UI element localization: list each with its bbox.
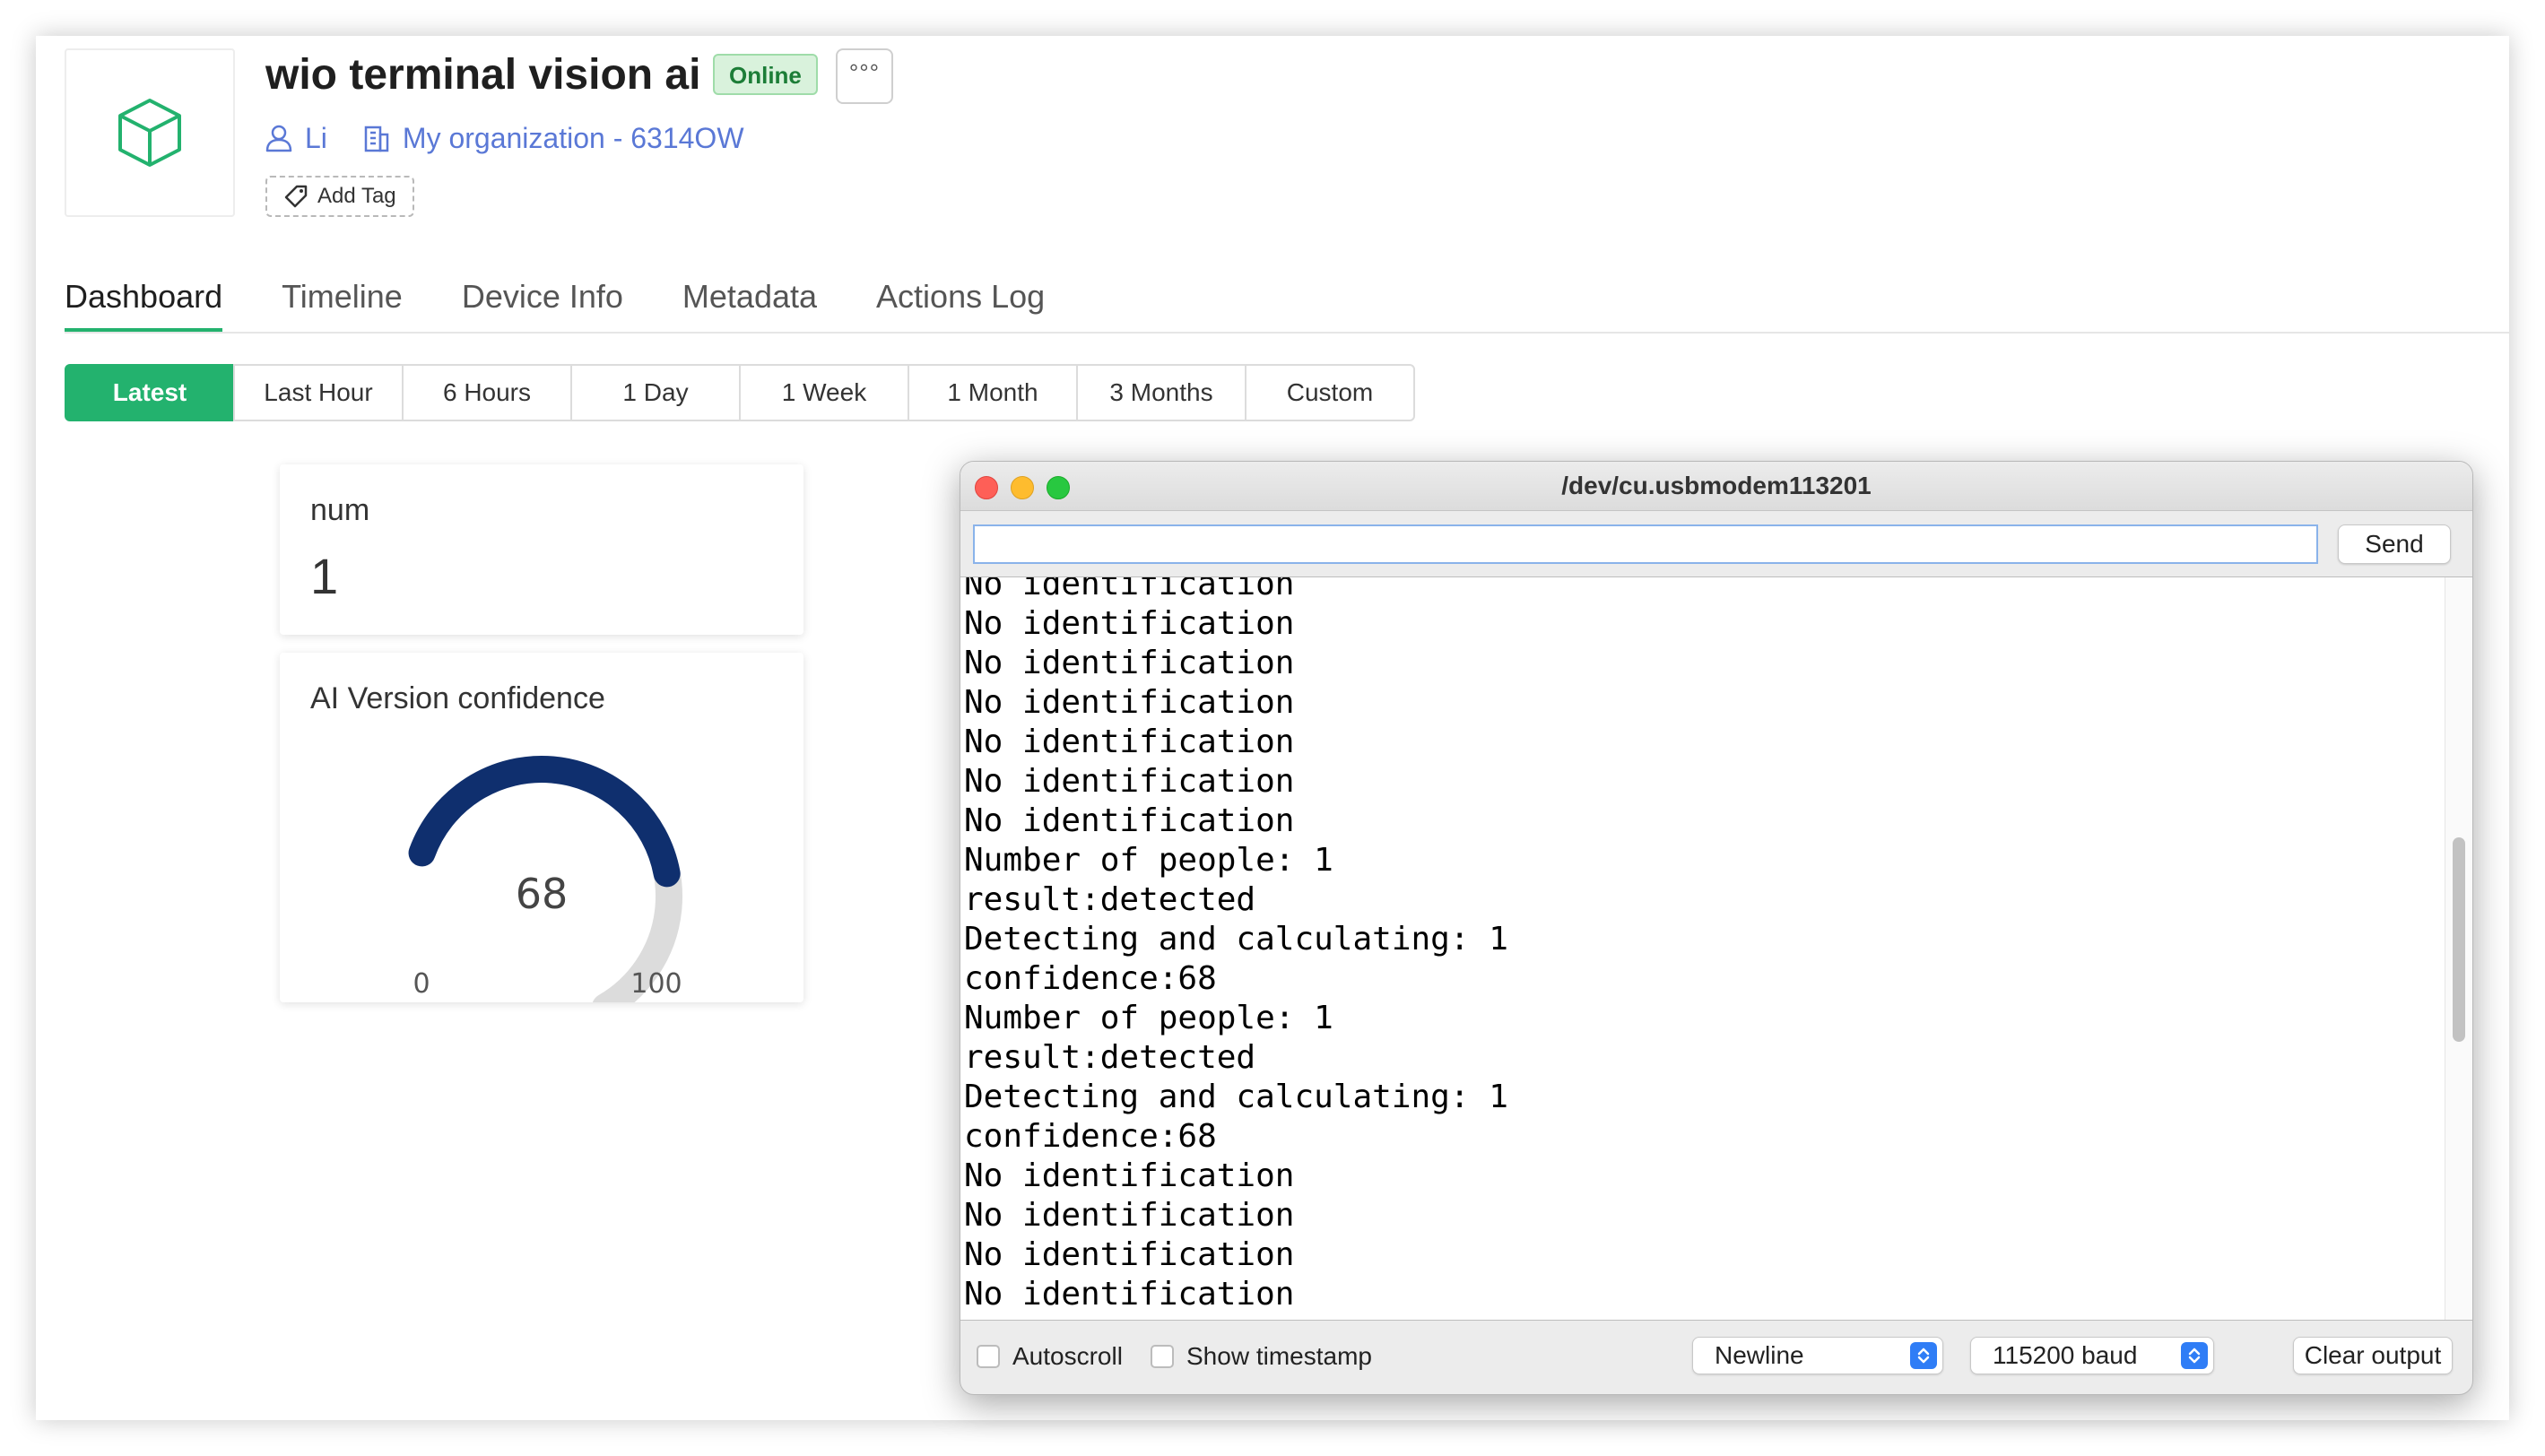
minimize-window-button[interactable] [1011, 476, 1034, 499]
range-custom[interactable]: Custom [1245, 364, 1415, 421]
timestamp-option[interactable]: Show timestamp [1151, 1342, 1372, 1371]
gauge-chart: 68 0 100 [408, 756, 682, 1002]
output-line: result:detected [964, 1039, 1256, 1076]
serial-input[interactable] [973, 524, 2318, 564]
cube-icon [118, 99, 181, 167]
output-line: No identification [964, 645, 1295, 681]
autoscroll-checkbox[interactable] [977, 1345, 1000, 1368]
serial-output[interactable]: No identification No identification No ide… [960, 576, 2472, 1321]
autoscroll-option[interactable]: Autoscroll [977, 1342, 1123, 1371]
output-line: No identification [964, 802, 1295, 839]
gauge-max-label: 100 [630, 968, 682, 1000]
serial-footer: Autoscroll Show timestamp Newline 115200… [960, 1321, 2472, 1394]
baud-rate-select[interactable]: 115200 baud [1970, 1337, 2214, 1374]
tab-device-info[interactable]: Device Info [462, 260, 623, 332]
output-line: No identification [964, 763, 1295, 800]
serial-monitor-window: /dev/cu.usbmodem113201 Send No identific… [960, 461, 2473, 1395]
output-line: confidence:68 [964, 960, 1217, 997]
num-widget-value: 1 [310, 548, 339, 604]
output-line: Number of people: 1 [964, 1000, 1333, 1036]
range-1-month[interactable]: 1 Month [908, 364, 1078, 421]
output-lines: No identification No identification No ide… [964, 576, 1508, 1314]
serial-title: /dev/cu.usbmodem113201 [1561, 472, 1872, 499]
output-line: No identification [964, 576, 1295, 602]
output-line: No identification [964, 724, 1295, 760]
gauge-value: 68 [516, 870, 569, 918]
tab-timeline[interactable]: Timeline [282, 260, 403, 332]
output-line: Detecting and calculating: 1 [964, 921, 1508, 958]
output-line: No identification [964, 1157, 1295, 1194]
output-line: confidence:68 [964, 1118, 1217, 1155]
range-1-day[interactable]: 1 Day [570, 364, 741, 421]
zoom-window-button[interactable] [1047, 476, 1070, 499]
gauge-fill [408, 756, 681, 888]
serial-titlebar[interactable]: /dev/cu.usbmodem113201 [960, 462, 2472, 511]
timestamp-checkbox[interactable] [1151, 1345, 1174, 1368]
line-ending-value: Newline [1715, 1341, 1804, 1369]
close-window-button[interactable] [975, 476, 998, 499]
building-icon [364, 126, 389, 152]
add-tag-label: Add Tag [317, 184, 396, 208]
num-widget-label: num [310, 493, 370, 527]
output-line: No identification [964, 1197, 1295, 1234]
add-tag-button[interactable]: Add Tag [265, 176, 414, 217]
organization-link[interactable]: My organization - 6314OW [403, 122, 744, 155]
scrollbar-track[interactable] [2445, 577, 2472, 1320]
baud-rate-value: 115200 baud [1993, 1341, 2138, 1369]
confidence-gauge-widget: AI Version confidence 68 0 100 [280, 653, 803, 1002]
gauge-min-label: 0 [413, 968, 430, 1000]
more-options-button[interactable]: °°° [836, 48, 893, 104]
output-line: Number of people: 1 [964, 842, 1333, 879]
range-1-week[interactable]: 1 Week [739, 364, 909, 421]
time-range-selector: Latest Last Hour 6 Hours 1 Day 1 Week 1 … [65, 364, 1415, 421]
output-line: No identification [964, 1276, 1295, 1313]
num-widget: num 1 [280, 464, 803, 635]
autoscroll-label: Autoscroll [1012, 1342, 1123, 1370]
status-badge: Online [713, 54, 818, 95]
device-page: wio terminal vision ai Online °°° Li My … [36, 36, 2509, 1420]
output-line: No identification [964, 684, 1295, 721]
range-3-months[interactable]: 3 Months [1076, 364, 1246, 421]
send-button[interactable]: Send [2338, 524, 2451, 564]
range-latest[interactable]: Latest [65, 364, 235, 421]
tab-metadata[interactable]: Metadata [682, 260, 817, 332]
timestamp-label: Show timestamp [1186, 1342, 1372, 1370]
tab-dashboard[interactable]: Dashboard [65, 260, 223, 332]
output-line: Detecting and calculating: 1 [964, 1079, 1508, 1115]
output-line: No identification [964, 1236, 1295, 1273]
owner-link[interactable]: Li [305, 122, 327, 155]
range-last-hour[interactable]: Last Hour [233, 364, 404, 421]
device-logo [65, 48, 235, 217]
device-tabs: Dashboard Timeline Device Info Metadata … [65, 260, 2509, 334]
select-arrows-icon [1910, 1342, 1937, 1369]
tab-actions-log[interactable]: Actions Log [876, 260, 1045, 332]
device-title: wio terminal vision ai [265, 51, 701, 99]
clear-output-button[interactable]: Clear output [2293, 1337, 2453, 1374]
tag-icon [284, 185, 308, 208]
line-ending-select[interactable]: Newline [1692, 1337, 1943, 1374]
user-icon [265, 125, 292, 152]
output-line: result:detected [964, 881, 1256, 918]
range-6-hours[interactable]: 6 Hours [402, 364, 572, 421]
select-arrows-icon [2181, 1342, 2208, 1369]
output-line: No identification [964, 605, 1295, 642]
owner-row: Li My organization - 6314OW [265, 120, 744, 156]
scrollbar-thumb[interactable] [2453, 837, 2465, 1042]
